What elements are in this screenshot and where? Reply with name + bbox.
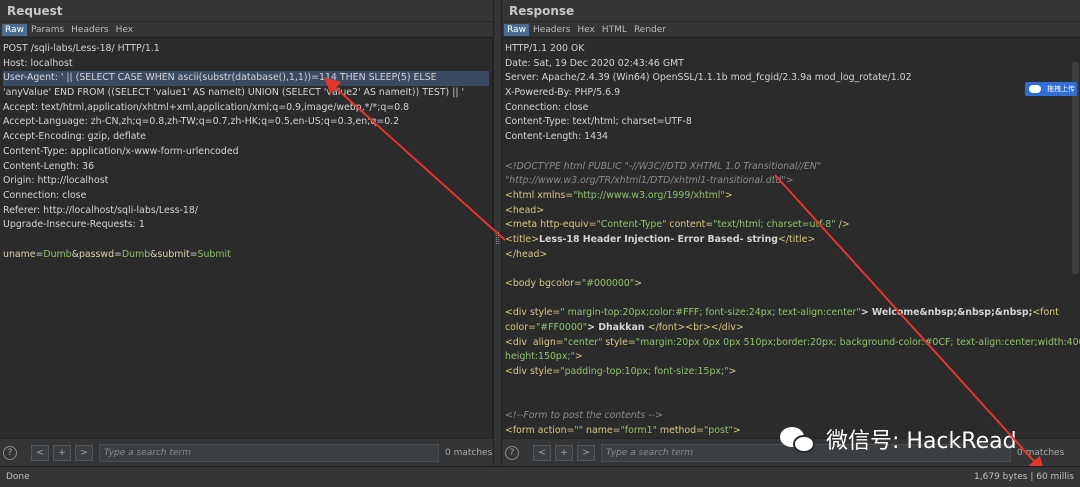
help-icon[interactable]: ? xyxy=(3,445,17,460)
div-line: <div style=" margin-top:20px;color:#FFF;… xyxy=(505,307,1059,319)
next-match-button[interactable]: > xyxy=(75,444,93,461)
watermark-text: 微信号: HackRead xyxy=(826,429,1017,454)
drag-handle-icon[interactable] xyxy=(496,232,499,244)
doctype-line: <!DOCTYPE html PUBLIC "-//W3C//DTD XHTML… xyxy=(505,160,822,172)
response-header-line: Content-Type: text/html; charset=UTF-8 xyxy=(505,116,692,128)
drag-upload-label: 拖拽上传 xyxy=(1047,85,1075,93)
prev-match-button[interactable]: < xyxy=(31,444,49,461)
response-title: Response xyxy=(502,0,1080,22)
div-line: <div style="padding-top:10px; font-size:… xyxy=(505,366,737,378)
request-line: Content-Length: 36 xyxy=(3,160,95,172)
request-line: Accept-Language: zh-CN,zh;q=0.8,zh-TW;q=… xyxy=(3,116,400,128)
request-line: 'anyValue' END FROM ((SELECT 'value1' AS… xyxy=(3,87,465,99)
response-pane: Response Raw Headers Hex HTML Render HTT… xyxy=(502,0,1080,466)
response-size-timing: 1,679 bytes | 60 millis xyxy=(974,472,1074,482)
request-match-count: 0 matches xyxy=(445,447,493,458)
request-search-input[interactable]: Type a search term xyxy=(99,443,439,462)
add-button[interactable]: + xyxy=(555,444,573,461)
status-text: Done xyxy=(6,472,30,482)
status-bar: Done 1,679 bytes | 60 millis xyxy=(0,466,1080,487)
tab-params[interactable]: Params xyxy=(28,24,67,36)
response-header-line: Connection: close xyxy=(505,101,589,113)
response-header-line: Date: Sat, 19 Dec 2020 02:43:46 GMT xyxy=(505,57,684,69)
request-editor[interactable]: POST /sqli-labs/Less-18/ HTTP/1.1 Host: … xyxy=(0,40,493,438)
request-line-highlighted: User-Agent: ' || (SELECT CASE WHEN ascii… xyxy=(3,71,489,87)
response-header-line: HTTP/1.1 200 OK xyxy=(505,43,585,54)
html-line: <html xmlns="http://www.w3.org/1999/xhtm… xyxy=(505,189,733,201)
meta-line: <meta http-equiv="Content-Type" content=… xyxy=(505,219,850,231)
request-line: Accept-Encoding: gzip, deflate xyxy=(3,131,146,143)
request-search-bar: ? < + > Type a search term 0 matches xyxy=(0,438,493,466)
tab-hex[interactable]: Hex xyxy=(113,24,136,36)
wechat-watermark: 微信号: HackRead xyxy=(780,423,1017,455)
request-title: Request xyxy=(0,0,493,22)
head-close-line: </head> xyxy=(505,248,548,260)
tab-headers[interactable]: Headers xyxy=(530,24,573,36)
add-button[interactable]: + xyxy=(53,444,71,461)
drag-upload-button[interactable]: 拖拽上传 xyxy=(1025,82,1077,96)
title-line: <title>Less-18 Header Injection- Error B… xyxy=(505,233,816,245)
request-line: Upgrade-Insecure-Requests: 1 xyxy=(3,219,145,231)
request-line: POST /sqli-labs/Less-18/ HTTP/1.1 xyxy=(3,43,160,54)
tab-headers[interactable]: Headers xyxy=(68,24,111,36)
response-match-count: 0 matches xyxy=(1017,447,1065,458)
response-editor[interactable]: HTTP/1.1 200 OK Date: Sat, 19 Dec 2020 0… xyxy=(502,40,1080,438)
div-line: <div align="center" style="margin:20px 0… xyxy=(505,336,1080,348)
request-line: Host: localhost xyxy=(3,57,73,69)
response-header-line: Server: Apache/2.4.39 (Win64) OpenSSL/1.… xyxy=(505,72,912,84)
request-line: Connection: close xyxy=(3,189,87,201)
request-line xyxy=(3,233,489,248)
request-body-line: uname=Dumb&passwd=Dumb&submit=Submit xyxy=(3,248,231,260)
div-line-cont: height:150px;"> xyxy=(505,351,583,363)
body-line: <body bgcolor="#000000"> xyxy=(505,278,643,289)
response-header-line: X-Powered-By: PHP/5.6.9 xyxy=(505,87,621,99)
split-divider[interactable] xyxy=(493,0,502,466)
tab-render[interactable]: Render xyxy=(631,24,669,36)
request-tabs: Raw Params Headers Hex xyxy=(0,22,493,38)
tab-raw[interactable]: Raw xyxy=(2,23,27,36)
next-match-button[interactable]: > xyxy=(577,444,595,461)
cloud-icon xyxy=(1029,85,1041,93)
doctype-line: "http://www.w3.org/TR/xhtml1/DTD/xhtml1-… xyxy=(505,175,794,187)
request-line: Referer: http://localhost/sqli-labs/Less… xyxy=(3,204,198,216)
comment-line: <!--Form to post the contents --> xyxy=(505,410,663,422)
head-line: <head> xyxy=(505,204,545,216)
request-line: Content-Type: application/x-www-form-url… xyxy=(3,145,239,157)
help-icon[interactable]: ? xyxy=(505,445,519,460)
response-header-line: Content-Length: 1434 xyxy=(505,131,609,143)
wechat-icon xyxy=(780,424,818,454)
request-pane: Request Raw Params Headers Hex POST /sql… xyxy=(0,0,493,466)
font-line: color="#FF0000"> Dhakkan </font><br></di… xyxy=(505,322,744,334)
request-line: Origin: http://localhost xyxy=(3,175,109,187)
tab-hex[interactable]: Hex xyxy=(574,24,597,36)
request-line: Accept: text/html,application/xhtml+xml,… xyxy=(3,101,410,113)
tab-raw[interactable]: Raw xyxy=(504,23,529,36)
prev-match-button[interactable]: < xyxy=(533,444,551,461)
response-tabs: Raw Headers Hex HTML Render xyxy=(502,22,1080,38)
tab-html[interactable]: HTML xyxy=(599,24,630,36)
